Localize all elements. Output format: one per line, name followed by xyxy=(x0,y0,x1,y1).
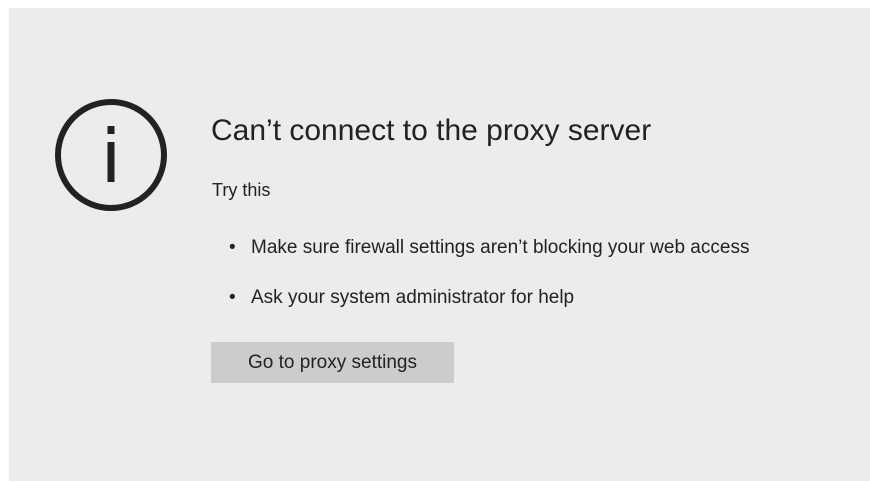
suggestion-text: Make sure firewall settings aren’t block… xyxy=(251,237,750,258)
error-title: Can’t connect to the proxy server xyxy=(211,114,652,147)
error-page: Can’t connect to the proxy server Try th… xyxy=(9,8,870,481)
bullet: • xyxy=(229,287,236,308)
suggestion-text: Ask your system administrator for help xyxy=(251,287,575,308)
suggestion-item: • Make sure firewall settings aren’t blo… xyxy=(229,236,749,260)
bullet: • xyxy=(229,237,236,258)
proxy-settings-button[interactable]: Go to proxy settings xyxy=(211,342,454,383)
error-content: Can’t connect to the proxy server Try th… xyxy=(211,111,861,383)
suggestion-list: • Make sure firewall settings aren’t blo… xyxy=(229,236,749,336)
error-subtitle: Try this xyxy=(212,180,271,200)
info-circle-icon xyxy=(55,99,167,211)
suggestion-item: • Ask your system administrator for help xyxy=(229,286,749,310)
